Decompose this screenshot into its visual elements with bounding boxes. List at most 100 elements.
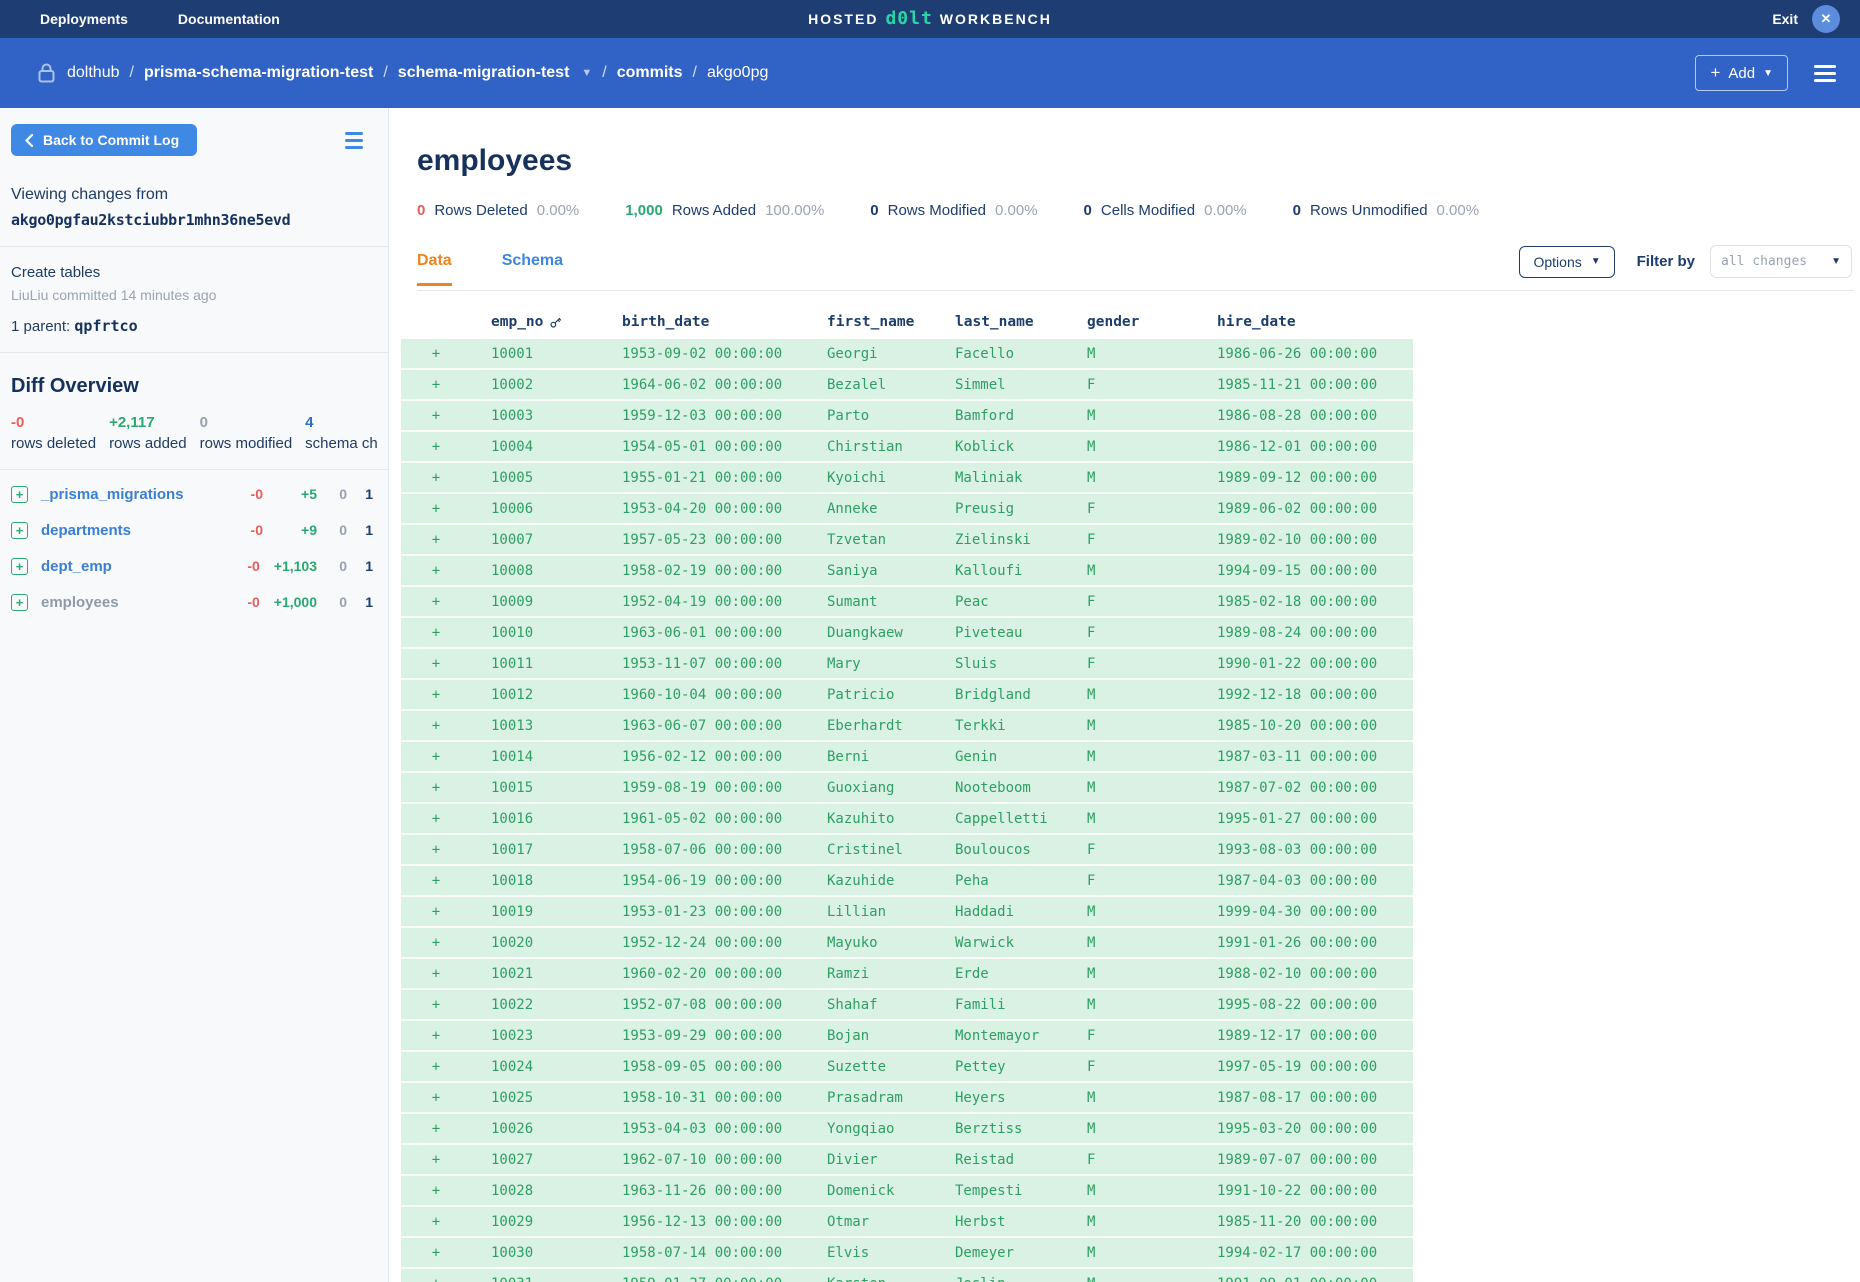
- tab-schema[interactable]: Schema: [502, 252, 563, 286]
- hosted-dolt-workbench-logo: HOSTED d0lt WORKBENCH: [808, 10, 1052, 29]
- breadcrumb-item-akgo0pg[interactable]: akgo0pg: [707, 64, 768, 82]
- chevron-down-icon[interactable]: ▼: [581, 67, 592, 79]
- sidebar-table-dept_emp[interactable]: +dept_emp-0+1,10301: [11, 548, 377, 584]
- sidebar-table-employees[interactable]: +employees-0+1,00001: [11, 584, 377, 620]
- table-row[interactable]: +100091952-04-19 00:00:00SumantPeacF1985…: [401, 587, 1413, 618]
- breadcrumb-item-dolthub[interactable]: dolthub: [67, 64, 120, 82]
- stat-count: 0: [1293, 202, 1301, 219]
- cell-last_name: Terkki: [944, 718, 1076, 734]
- row-added-marker: +: [401, 1121, 471, 1137]
- stat-label: Rows Unmodified: [1310, 202, 1428, 219]
- cell-birth_date: 1956-12-13 00:00:00: [611, 1214, 816, 1230]
- cell-birth_date: 1957-05-23 00:00:00: [611, 532, 816, 548]
- table-header-row: emp_nobirth_datefirst_namelast_namegende…: [401, 305, 1413, 339]
- breadcrumb-item-schema-migration-test[interactable]: schema-migration-test: [398, 64, 570, 82]
- table-row[interactable]: +100081958-02-19 00:00:00SaniyaKalloufiM…: [401, 556, 1413, 587]
- table-row[interactable]: +100031959-12-03 00:00:00PartoBamfordM19…: [401, 401, 1413, 432]
- close-icon[interactable]: ✕: [1812, 5, 1840, 33]
- cell-first_name: Tzvetan: [816, 532, 944, 548]
- column-header-birth_date[interactable]: birth_date: [611, 314, 816, 330]
- row-added-marker: +: [401, 656, 471, 672]
- cell-first_name: Guoxiang: [816, 780, 944, 796]
- table-row[interactable]: +100241958-09-05 00:00:00SuzettePetteyF1…: [401, 1052, 1413, 1083]
- table-row[interactable]: +100041954-05-01 00:00:00ChirstianKoblic…: [401, 432, 1413, 463]
- cell-gender: F: [1076, 532, 1206, 548]
- column-header-hire_date[interactable]: hire_date: [1206, 314, 1413, 330]
- sidebar-table-_prisma_migrations[interactable]: +_prisma_migrations-0+501: [11, 476, 377, 512]
- table-row[interactable]: +100271962-07-10 00:00:00DivierReistadF1…: [401, 1145, 1413, 1176]
- cell-birth_date: 1958-10-31 00:00:00: [611, 1090, 816, 1106]
- cell-gender: M: [1076, 935, 1206, 951]
- table-row[interactable]: +100121960-10-04 00:00:00PatricioBridgla…: [401, 680, 1413, 711]
- back-to-commit-log-button[interactable]: Back to Commit Log: [11, 124, 197, 156]
- exit-button[interactable]: Exit: [1772, 11, 1798, 27]
- cell-first_name: Sumant: [816, 594, 944, 610]
- add-button-label: Add: [1728, 65, 1755, 82]
- table-row[interactable]: +100071957-05-23 00:00:00TzvetanZielinsk…: [401, 525, 1413, 556]
- diff-overview-stats: -0rows deleted+2,117rows added0rows modi…: [11, 414, 377, 452]
- tab-data[interactable]: Data: [417, 252, 452, 286]
- cell-gender: F: [1076, 377, 1206, 393]
- cell-gender: M: [1076, 1183, 1206, 1199]
- cell-last_name: Peac: [944, 594, 1076, 610]
- nav-deployments[interactable]: Deployments: [40, 11, 128, 27]
- table-row[interactable]: +100141956-02-12 00:00:00BerniGeninM1987…: [401, 742, 1413, 773]
- table-row[interactable]: +100151959-08-19 00:00:00GuoxiangNootebo…: [401, 773, 1413, 804]
- cell-first_name: Cristinel: [816, 842, 944, 858]
- added-table-icon: +: [11, 522, 28, 539]
- cell-last_name: Famili: [944, 997, 1076, 1013]
- cell-birth_date: 1964-06-02 00:00:00: [611, 377, 816, 393]
- table-row[interactable]: +100281963-11-26 00:00:00DomenickTempest…: [401, 1176, 1413, 1207]
- table-row[interactable]: +100251958-10-31 00:00:00PrasadramHeyers…: [401, 1083, 1413, 1114]
- cell-emp_no: 10018: [471, 873, 611, 889]
- breadcrumb-item-prisma-schema-migration-test[interactable]: prisma-schema-migration-test: [144, 64, 373, 82]
- cell-first_name: Bojan: [816, 1028, 944, 1044]
- page-title: employees: [417, 144, 1854, 178]
- column-header-gender[interactable]: gender: [1076, 314, 1206, 330]
- cell-emp_no: 10011: [471, 656, 611, 672]
- stat-cells-modified: 0Cells Modified0.00%: [1084, 202, 1247, 219]
- options-button[interactable]: Options ▼: [1519, 246, 1614, 278]
- table-row[interactable]: +100181954-06-19 00:00:00KazuhidePehaF19…: [401, 866, 1413, 897]
- table-name-link[interactable]: _prisma_migrations: [41, 486, 184, 503]
- table-row[interactable]: +100201952-12-24 00:00:00MayukoWarwickM1…: [401, 928, 1413, 959]
- table-row[interactable]: +100221952-07-08 00:00:00ShahafFamiliM19…: [401, 990, 1413, 1021]
- table-row[interactable]: +100021964-06-02 00:00:00BezalelSimmelF1…: [401, 370, 1413, 401]
- cell-emp_no: 10026: [471, 1121, 611, 1137]
- table-row[interactable]: +100211960-02-20 00:00:00RamziErdeM1988-…: [401, 959, 1413, 990]
- sidebar-menu-icon[interactable]: [345, 132, 363, 149]
- menu-icon[interactable]: [1814, 65, 1836, 82]
- stat-percent: 0.00%: [995, 202, 1038, 219]
- cell-hire_date: 1989-12-17 00:00:00: [1206, 1028, 1413, 1044]
- table-row[interactable]: +100231953-09-29 00:00:00BojanMontemayor…: [401, 1021, 1413, 1052]
- table-name-link[interactable]: departments: [41, 522, 131, 539]
- cell-emp_no: 10022: [471, 997, 611, 1013]
- column-header-last_name[interactable]: last_name: [944, 314, 1076, 330]
- cell-last_name: Genin: [944, 749, 1076, 765]
- table-row[interactable]: +100111953-11-07 00:00:00MarySluisF1990-…: [401, 649, 1413, 680]
- table-row[interactable]: +100061953-04-20 00:00:00AnnekePreusigF1…: [401, 494, 1413, 525]
- add-button[interactable]: + Add ▼: [1695, 55, 1788, 91]
- table-row[interactable]: +100051955-01-21 00:00:00KyoichiMaliniak…: [401, 463, 1413, 494]
- table-row[interactable]: +100131963-06-07 00:00:00EberhardtTerkki…: [401, 711, 1413, 742]
- table-row[interactable]: +100161961-05-02 00:00:00KazuhitoCappell…: [401, 804, 1413, 835]
- table-row[interactable]: +100011953-09-02 00:00:00GeorgiFacelloM1…: [401, 339, 1413, 370]
- column-header-first_name[interactable]: first_name: [816, 314, 944, 330]
- breadcrumb-item-commits[interactable]: commits: [617, 64, 683, 82]
- table-name-link[interactable]: dept_emp: [41, 558, 112, 575]
- cell-emp_no: 10004: [471, 439, 611, 455]
- sidebar-table-departments[interactable]: +departments-0+901: [11, 512, 377, 548]
- table-row[interactable]: +100311959-01-27 00:00:00KarstenJoslinM1…: [401, 1269, 1413, 1282]
- table-row[interactable]: +100301958-07-14 00:00:00ElvisDemeyerM19…: [401, 1238, 1413, 1269]
- table-row[interactable]: +100171958-07-06 00:00:00CristinelBoulou…: [401, 835, 1413, 866]
- table-row[interactable]: +100261953-04-03 00:00:00YongqiaoBerztis…: [401, 1114, 1413, 1145]
- column-header-emp_no[interactable]: emp_no: [471, 314, 611, 330]
- filter-select[interactable]: all changes ▼: [1710, 245, 1852, 278]
- diff-stat-label: rows added: [109, 435, 187, 452]
- table-row[interactable]: +100101963-06-01 00:00:00DuangkaewPivete…: [401, 618, 1413, 649]
- table-name-link[interactable]: employees: [41, 594, 119, 611]
- nav-documentation[interactable]: Documentation: [178, 11, 280, 27]
- table-row[interactable]: +100291956-12-13 00:00:00OtmarHerbstM198…: [401, 1207, 1413, 1238]
- table-row[interactable]: +100191953-01-23 00:00:00LillianHaddadiM…: [401, 897, 1413, 928]
- parent-hash[interactable]: qpfrtco: [74, 317, 137, 335]
